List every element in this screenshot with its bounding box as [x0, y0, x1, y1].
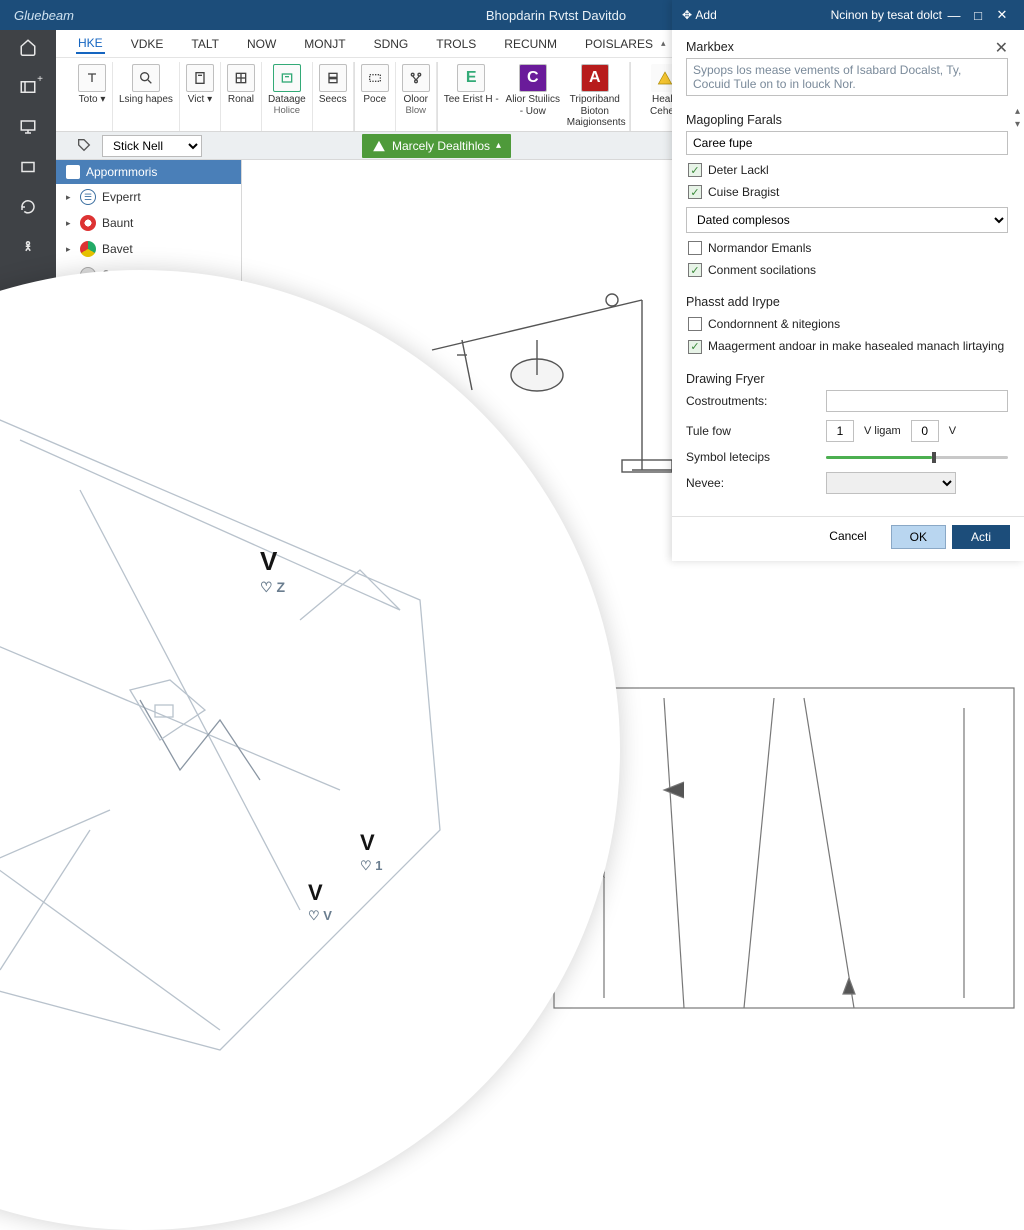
svg-text:♡ Z: ♡ Z [260, 579, 285, 595]
svg-text:V: V [308, 880, 323, 905]
section-markbex-label: Markbex [686, 40, 1008, 54]
chk-cuise[interactable]: ✓Cuise Bragist [686, 181, 1008, 203]
menu-item-recunm[interactable]: RECUNM [502, 35, 559, 53]
svg-text:♡ 1: ♡ 1 [360, 858, 383, 873]
menu-item-sdng[interactable]: SDNG [372, 35, 411, 53]
ribbon-group-seecs[interactable]: Seecs [313, 62, 354, 131]
tree-header[interactable]: ◧ Appormmoris [56, 160, 241, 184]
ribbon-group-lsing[interactable]: Lsing hapes [113, 62, 180, 131]
tree-node-icon [80, 215, 96, 231]
symbol-label: Symbol letecips [686, 450, 816, 464]
close-panel-icon[interactable]: ✕ [995, 38, 1008, 58]
menu-item-monjt[interactable]: MONJT [302, 35, 347, 53]
ribbon-group-poce[interactable]: Poce [354, 62, 396, 131]
tule-input-1[interactable] [826, 420, 854, 442]
menu-caret-icon[interactable]: ▴ [661, 38, 666, 49]
cancel-button[interactable]: Cancel [811, 525, 884, 549]
status-banner[interactable]: Marcely Dealtihlos ▴ [362, 134, 511, 158]
letter-c-icon: C [519, 64, 547, 92]
dialog-button-row: Cancel OK Acti [672, 516, 1024, 561]
tree-header-icon: ◧ [66, 165, 80, 179]
svg-text:V: V [260, 546, 278, 576]
refresh-icon[interactable] [17, 196, 39, 218]
dated-select[interactable]: Dated complesos [686, 207, 1008, 233]
menu-item-vdke[interactable]: VDKE [129, 35, 166, 53]
ribbon-group-vict[interactable]: Vict ▾ [180, 62, 221, 131]
ribbon-group-ronal[interactable]: Ronal [221, 62, 262, 131]
panel-icon[interactable]: + [17, 76, 39, 98]
caree-input[interactable] [686, 131, 1008, 155]
rect-dash-icon [361, 64, 389, 92]
tag-icon[interactable] [76, 137, 94, 155]
ribbon-group-letters: ETee Erist H - CAlior Stuilics - Uow ATr… [437, 62, 630, 131]
alert-icon [372, 139, 386, 153]
acti-button[interactable]: Acti [952, 525, 1010, 549]
tree-node-evperrt[interactable]: ▸☰Evperrt [56, 184, 241, 210]
close-window-icon[interactable]: ✕ [990, 7, 1014, 23]
stack-icon [319, 64, 347, 92]
grid-icon [227, 64, 255, 92]
monitor-icon[interactable] [17, 116, 39, 138]
ribbon-cell-a[interactable]: ATriporiband Bioton Maigionsents [567, 64, 623, 129]
symbol-slider[interactable] [826, 456, 1008, 459]
section-phasst-label: Phasst add Irype [686, 295, 1008, 309]
chk-deter[interactable]: ✓Deter Lackl [686, 159, 1008, 181]
layers-icon[interactable] [17, 156, 39, 178]
tree-node-baunt[interactable]: ▸Baunt [56, 210, 241, 236]
tule-label: Tule fow [686, 424, 816, 438]
magnifier-icon [132, 64, 160, 92]
description-textarea[interactable]: Sypops los mease vements of Isabard Doca… [686, 58, 1008, 96]
chk-condornnent[interactable]: Condornnent & nitegions [686, 313, 1008, 335]
menu-item-talt[interactable]: TALT [189, 35, 221, 53]
maximize-icon[interactable]: □ [966, 8, 990, 23]
ribbon-cell-e[interactable]: ETee Erist H - [444, 64, 499, 129]
svg-text:V: V [360, 830, 375, 855]
ribbon-group-oloor[interactable]: Oloor Blow [396, 62, 437, 131]
tree-node-icon: ☰ [80, 189, 96, 205]
home-icon[interactable] [17, 36, 39, 58]
stick-select[interactable]: Stick Nell [102, 135, 202, 157]
chk-conment[interactable]: ✓Conment socilations [686, 259, 1008, 281]
nevee-select[interactable] [826, 472, 956, 494]
nodes-icon [402, 64, 430, 92]
ok-button[interactable]: OK [891, 525, 946, 549]
person-icon[interactable] [17, 236, 39, 258]
scroll-arrows[interactable]: ▴▾ [1015, 106, 1020, 130]
text-icon [78, 64, 106, 92]
menu-item-poislares[interactable]: POISLARES [583, 35, 655, 53]
brand-label: Gluebeam [0, 8, 88, 23]
box-icon [273, 64, 301, 92]
cost-input[interactable] [826, 390, 1008, 412]
chk-normandor[interactable]: Normandor Emanls [686, 237, 1008, 259]
letter-e-icon: E [457, 64, 485, 92]
properties-dialog: ✥ Add Ncinon by tesat dolct — □ ✕ ✕ ▴▾ M… [672, 0, 1024, 561]
tree-node-icon [80, 241, 96, 257]
chevron-up-icon: ▴ [496, 140, 501, 151]
ribbon-group-dataage[interactable]: Dataage Holice [262, 62, 313, 131]
minimize-icon[interactable]: — [942, 8, 966, 23]
menu-item-now[interactable]: NOW [245, 35, 278, 53]
chk-maagerment[interactable]: ✓Maagerment andoar in make hasealed mana… [686, 335, 1008, 358]
letter-a-icon: A [581, 64, 609, 92]
svg-text:♡ V: ♡ V [308, 908, 332, 923]
add-icon: ✥ [682, 8, 692, 22]
ribbon-group-toto[interactable]: Toto ▾ [72, 62, 113, 131]
ribbon-cell-c[interactable]: CAlior Stuilics - Uow [505, 64, 561, 129]
menu-item-hke[interactable]: HKE [76, 34, 105, 54]
section-magopling-label: Magopling Farals [686, 113, 1008, 127]
section-drawing-label: Drawing Fryer [686, 372, 1008, 386]
tree-node-bavet[interactable]: ▸Bavet [56, 236, 241, 262]
dialog-titlebar[interactable]: ✥ Add Ncinon by tesat dolct — □ ✕ [672, 0, 1024, 30]
page-icon [186, 64, 214, 92]
cost-label: Costroutments: [686, 394, 816, 408]
nevee-label: Nevee: [686, 476, 816, 490]
tule-input-2[interactable] [911, 420, 939, 442]
menu-item-trols[interactable]: TROLS [434, 35, 478, 53]
